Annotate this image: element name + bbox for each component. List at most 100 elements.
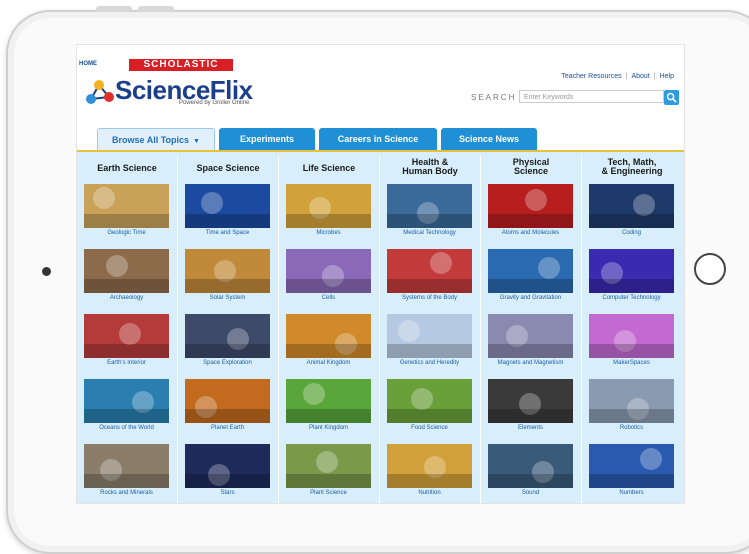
topic-label[interactable]: Gravity and Gravitation	[488, 295, 573, 301]
topic-tile[interactable]: Nutrition	[387, 444, 472, 496]
topic-thumbnail	[488, 444, 573, 488]
topic-label[interactable]: Systems of the Body	[387, 295, 472, 301]
topic-tile[interactable]: Stars	[185, 444, 270, 496]
tab-careers-in-science[interactable]: Careers in Science	[319, 128, 437, 150]
scholastic-badge[interactable]: SCHOLASTIC	[129, 59, 233, 71]
topic-label[interactable]: Microbes	[286, 230, 371, 236]
topic-tile[interactable]: Geologic Time	[84, 184, 169, 236]
topic-column: Earth Science Geologic Time Archaeology Ear…	[77, 152, 177, 503]
topic-label[interactable]: Space Exploration	[185, 360, 270, 366]
topic-tile[interactable]: Plant Kingdom	[286, 379, 371, 431]
column-heading: Tech, Math, & Engineering	[582, 158, 682, 176]
topic-label[interactable]: Archaeology	[84, 295, 169, 301]
search-input[interactable]: Enter Keywords	[519, 90, 664, 103]
topic-thumbnail	[488, 249, 573, 293]
topic-label[interactable]: Plant Kingdom	[286, 425, 371, 431]
topic-tile[interactable]: Sound	[488, 444, 573, 496]
topic-label[interactable]: Time and Space	[185, 230, 270, 236]
topic-label[interactable]: Elements	[488, 425, 573, 431]
topic-tile[interactable]: Microbes	[286, 184, 371, 236]
topic-label[interactable]: Atoms and Molecules	[488, 230, 573, 236]
topic-label[interactable]: Nutrition	[387, 490, 472, 496]
topic-label[interactable]: Genetics and Heredity	[387, 360, 472, 366]
topic-label[interactable]: Oceans of the World	[84, 425, 169, 431]
topic-thumbnail	[84, 379, 169, 423]
topic-label[interactable]: Cells	[286, 295, 371, 301]
topic-tile[interactable]: Oceans of the World	[84, 379, 169, 431]
topic-tile[interactable]: Solar System	[185, 249, 270, 301]
topic-label[interactable]: Rocks and Minerals	[84, 490, 169, 496]
topic-tile[interactable]: Space Exploration	[185, 314, 270, 366]
topic-tile[interactable]: Cells	[286, 249, 371, 301]
volume-button	[138, 6, 174, 12]
column-heading: Space Science	[178, 164, 278, 173]
topic-tile[interactable]: Earth's Interior	[84, 314, 169, 366]
topic-label[interactable]: Food Science	[387, 425, 472, 431]
topic-label[interactable]: Sound	[488, 490, 573, 496]
topic-label[interactable]: Solar System	[185, 295, 270, 301]
topic-tile[interactable]: Atoms and Molecules	[488, 184, 573, 236]
topic-label[interactable]: Magnets and Magnetism	[488, 360, 573, 366]
topic-tile[interactable]: Coding	[589, 184, 674, 236]
topic-label[interactable]: Planet Earth	[185, 425, 270, 431]
about-link[interactable]: About	[631, 73, 649, 80]
help-link[interactable]: Help	[660, 73, 674, 80]
topic-tile[interactable]: Time and Space	[185, 184, 270, 236]
screen: HOME SCHOLASTIC ScienceFlix Powered by G…	[76, 44, 685, 504]
column-heading-line: & Engineering	[601, 166, 663, 176]
topic-label[interactable]: Earth's Interior	[84, 360, 169, 366]
topic-thumbnail	[589, 444, 674, 488]
topic-label[interactable]: Geologic Time	[84, 230, 169, 236]
topic-tile[interactable]: Robotics	[589, 379, 674, 431]
column-divider	[581, 156, 582, 503]
topic-tile[interactable]: Medical Technology	[387, 184, 472, 236]
topic-tile[interactable]: Plant Science	[286, 444, 371, 496]
topic-label[interactable]: Robotics	[589, 425, 674, 431]
tab-label: Browse All Topics	[112, 135, 190, 145]
topic-thumbnail	[286, 444, 371, 488]
teacher-resources-link[interactable]: Teacher Resources	[561, 73, 621, 80]
topic-thumbnail	[185, 314, 270, 358]
topic-label[interactable]: Coding	[589, 230, 674, 236]
topic-label[interactable]: Numbers	[589, 490, 674, 496]
scienceflix-logo-icon	[86, 80, 114, 104]
topic-tile[interactable]: MakerSpaces	[589, 314, 674, 366]
column-heading: Physical Science	[481, 158, 581, 176]
topic-thumbnail	[387, 249, 472, 293]
topic-tile[interactable]: Planet Earth	[185, 379, 270, 431]
topic-tile[interactable]: Systems of the Body	[387, 249, 472, 301]
tab-experiments[interactable]: Experiments	[219, 128, 315, 150]
topic-tile[interactable]: Magnets and Magnetism	[488, 314, 573, 366]
topic-label[interactable]: MakerSpaces	[589, 360, 674, 366]
topic-tile[interactable]: Food Science	[387, 379, 472, 431]
topic-tile[interactable]: Numbers	[589, 444, 674, 496]
topic-label[interactable]: Stars	[185, 490, 270, 496]
topic-tile[interactable]: Genetics and Heredity	[387, 314, 472, 366]
topic-grid: Earth Science Geologic Time Archaeology Ear…	[77, 152, 684, 503]
topic-label[interactable]: Computer Technology	[589, 295, 674, 301]
topic-label[interactable]: Animal Kingdom	[286, 360, 371, 366]
topic-thumbnail	[286, 184, 371, 228]
topic-tile[interactable]: Elements	[488, 379, 573, 431]
topic-thumbnail	[387, 444, 472, 488]
tab-science-news[interactable]: Science News	[441, 128, 537, 150]
topic-tile[interactable]: Rocks and Minerals	[84, 444, 169, 496]
tab-browse-all-topics[interactable]: Browse All Topics ▼	[97, 128, 215, 150]
logo-tagline: Powered by Grolier Online	[179, 100, 250, 106]
topic-tile[interactable]: Gravity and Gravitation	[488, 249, 573, 301]
topic-tile[interactable]: Archaeology	[84, 249, 169, 301]
topic-thumbnail	[387, 379, 472, 423]
topic-tile[interactable]: Computer Technology	[589, 249, 674, 301]
topic-tile[interactable]: Animal Kingdom	[286, 314, 371, 366]
topic-thumbnail	[286, 249, 371, 293]
topic-thumbnail	[589, 249, 674, 293]
topic-column: Space Science Time and Space Solar System S…	[178, 152, 278, 503]
home-button[interactable]	[694, 253, 726, 285]
home-link[interactable]: HOME	[79, 61, 97, 67]
topic-thumbnail	[84, 314, 169, 358]
topic-label[interactable]: Medical Technology	[387, 230, 472, 236]
search-button[interactable]	[664, 90, 679, 105]
topic-label[interactable]: Plant Science	[286, 490, 371, 496]
column-heading-line: Earth Science	[97, 163, 157, 173]
topic-column: Health & Human Body Medical Technology Syst…	[380, 152, 480, 503]
